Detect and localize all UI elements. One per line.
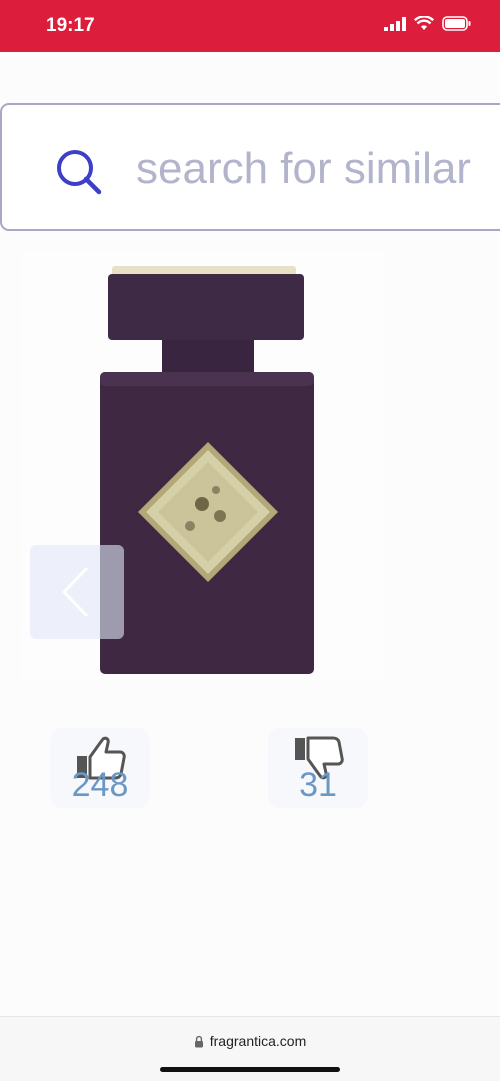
- url-text: fragrantica.com: [209, 1033, 307, 1049]
- status-bar: 19:17: [0, 0, 500, 52]
- like-vote[interactable]: 248: [50, 728, 150, 808]
- perfume-bottle-image: [100, 266, 314, 674]
- dislike-count: 31: [299, 766, 337, 804]
- dislike-vote[interactable]: 31: [268, 728, 368, 808]
- address-bar[interactable]: fragrantica.com: [0, 1033, 500, 1049]
- search-icon[interactable]: [54, 147, 104, 197]
- chevron-left-icon: [62, 567, 88, 617]
- cellular-signal-icon: [384, 16, 406, 31]
- battery-icon: [442, 16, 471, 31]
- carousel-prev-button[interactable]: [30, 545, 124, 639]
- status-time: 19:17: [46, 15, 95, 36]
- status-icons: [384, 16, 472, 31]
- browser-bottom-bar: fragrantica.com: [0, 1016, 500, 1081]
- search-box[interactable]: [0, 103, 500, 231]
- like-count: 248: [71, 766, 129, 804]
- home-indicator[interactable]: [160, 1067, 340, 1072]
- search-input[interactable]: [136, 139, 500, 199]
- lock-icon: [194, 1035, 203, 1047]
- wifi-icon: [414, 16, 434, 30]
